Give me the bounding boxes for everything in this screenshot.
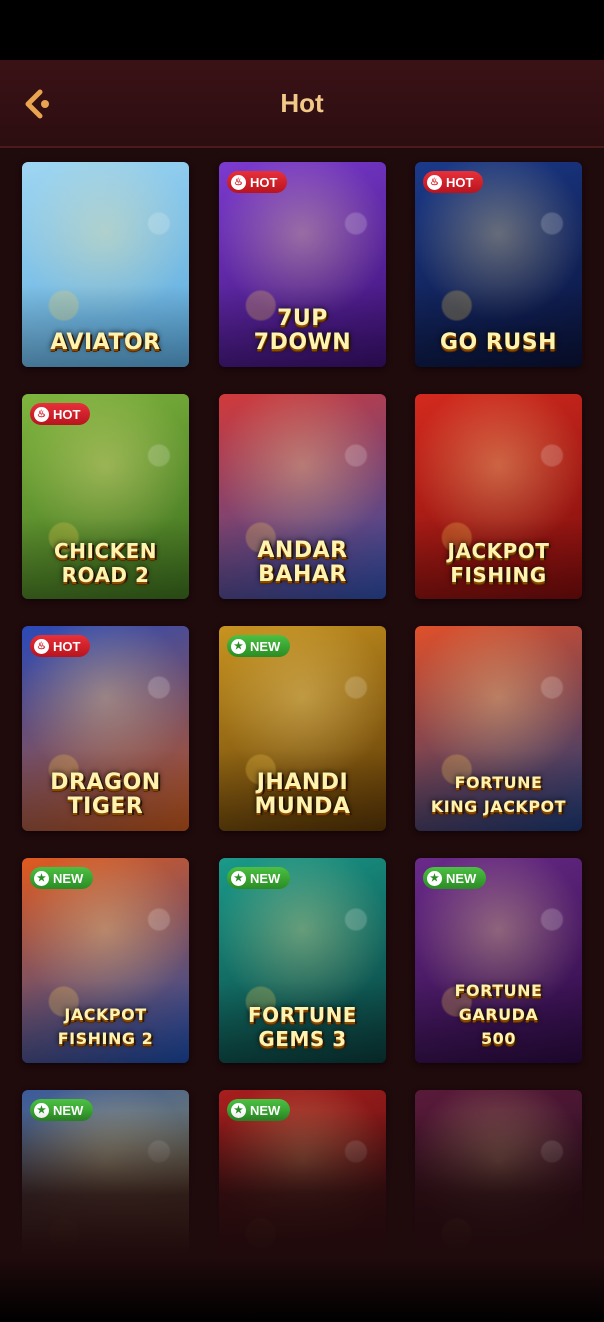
star-icon: ★ xyxy=(34,870,49,886)
hot-badge: ♨ HOT xyxy=(423,171,484,193)
game-card-fortune-king-jackpot[interactable]: FORTUNE KING JACKPOT xyxy=(415,626,582,831)
hot-badge: ♨ HOT xyxy=(227,171,288,193)
flame-icon: ♨ xyxy=(427,174,442,190)
star-icon: ★ xyxy=(231,638,246,654)
game-title: FORTUNE GARUDA 500 xyxy=(454,981,543,1048)
game-card-fortune-garuda-500[interactable]: ★ NEW FORTUNE GARUDA 500 xyxy=(415,858,582,1063)
flame-icon: ♨ xyxy=(231,174,246,190)
game-card-jhandi-munda[interactable]: ★ NEW JHANDI MUNDA xyxy=(219,626,386,831)
game-card-game-14[interactable]: ★ NEW xyxy=(219,1090,386,1295)
game-card-7up-7down[interactable]: ♨ HOT 7UP 7DOWN xyxy=(219,162,386,367)
game-title: AVIATOR xyxy=(50,330,161,355)
thumbnail-decoration xyxy=(415,1090,582,1295)
game-title: FORTUNE GEMS 3 xyxy=(248,1003,357,1051)
new-badge: ★ NEW xyxy=(30,1099,94,1121)
game-title: FORTUNE KING JACKPOT xyxy=(430,773,567,816)
game-title: DRAGON TIGER xyxy=(50,770,161,819)
badge-label: HOT xyxy=(53,406,81,422)
game-card-game-15[interactable] xyxy=(415,1090,582,1295)
badge-label: NEW xyxy=(250,870,281,886)
badge-label: HOT xyxy=(446,174,474,190)
game-title: 7UP 7DOWN xyxy=(253,306,352,355)
game-card-game-13[interactable]: ★ NEW xyxy=(22,1090,189,1295)
new-badge: ★ NEW xyxy=(423,867,487,889)
game-card-andar-bahar[interactable]: ANDAR BAHAR xyxy=(219,394,386,599)
game-card-fortune-gems-3[interactable]: ★ NEW FORTUNE GEMS 3 xyxy=(219,858,386,1063)
badge-label: NEW xyxy=(446,870,477,886)
flame-icon: ♨ xyxy=(34,638,49,654)
game-title: JACKPOT FISHING xyxy=(447,539,550,587)
badge-label: NEW xyxy=(250,638,281,654)
new-badge: ★ NEW xyxy=(227,867,291,889)
hot-badge: ♨ HOT xyxy=(30,403,91,425)
game-title: CHICKEN ROAD 2 xyxy=(54,539,157,587)
flame-icon: ♨ xyxy=(34,406,49,422)
game-card-chicken-road-2[interactable]: ♨ HOT CHICKEN ROAD 2 xyxy=(22,394,189,599)
game-card-jackpot-fishing[interactable]: JACKPOT FISHING xyxy=(415,394,582,599)
badge-label: HOT xyxy=(250,174,278,190)
star-icon: ★ xyxy=(427,870,442,886)
game-card-dragon-tiger[interactable]: ♨ HOT DRAGON TIGER xyxy=(22,626,189,831)
badge-label: NEW xyxy=(53,1102,84,1118)
header: Hot xyxy=(0,60,604,148)
new-badge: ★ NEW xyxy=(227,1099,291,1121)
game-card-jackpot-fishing-2[interactable]: ★ NEW JACKPOT FISHING 2 xyxy=(22,858,189,1063)
status-bar xyxy=(0,0,604,60)
game-title: GO RUSH xyxy=(440,330,557,355)
game-title: JHANDI MUNDA xyxy=(254,770,351,819)
badge-label: NEW xyxy=(53,870,84,886)
hot-badge: ♨ HOT xyxy=(30,635,91,657)
star-icon: ★ xyxy=(231,870,246,886)
new-badge: ★ NEW xyxy=(30,867,94,889)
badge-label: HOT xyxy=(53,638,81,654)
game-card-aviator[interactable]: AVIATOR xyxy=(22,162,189,367)
game-title: JACKPOT FISHING 2 xyxy=(57,1005,154,1048)
game-card-go-rush[interactable]: ♨ HOT GO RUSH xyxy=(415,162,582,367)
new-badge: ★ NEW xyxy=(227,635,291,657)
game-title: ANDAR BAHAR xyxy=(257,538,348,587)
star-icon: ★ xyxy=(34,1102,49,1118)
page-title: Hot xyxy=(280,88,324,118)
badge-label: NEW xyxy=(250,1102,281,1118)
star-icon: ★ xyxy=(231,1102,246,1118)
